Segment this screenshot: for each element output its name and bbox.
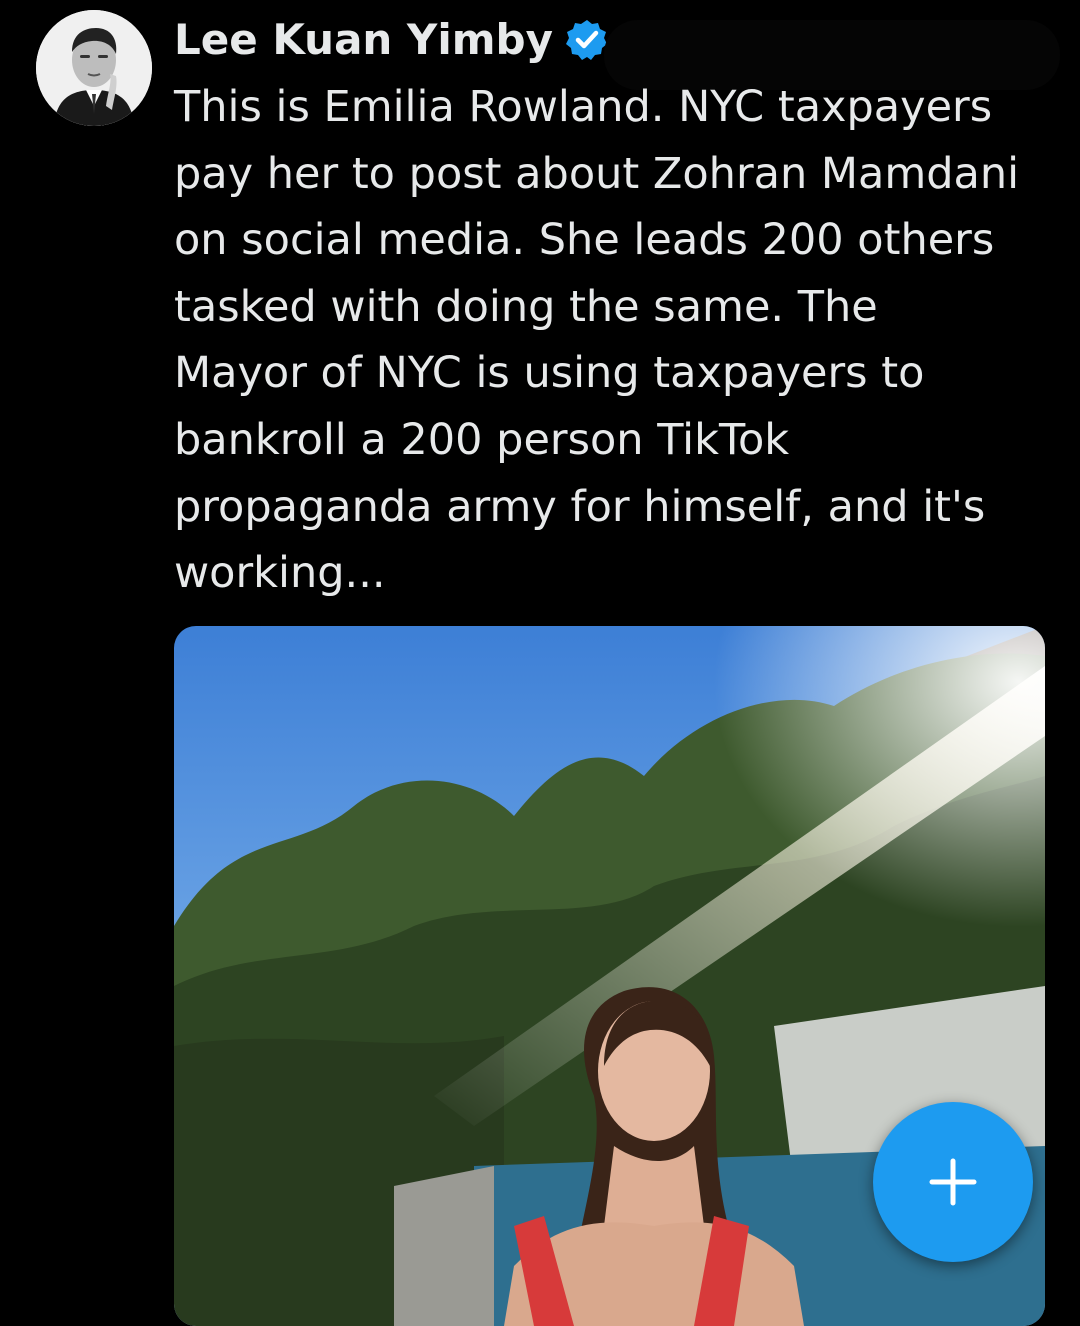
author-display-name[interactable]: Lee Kuan Yimby (174, 12, 553, 68)
tweet-header: Lee Kuan Yimby (174, 12, 609, 68)
verified-badge-icon (565, 18, 609, 62)
author-avatar[interactable] (36, 10, 152, 126)
avatar-portrait (36, 10, 152, 126)
plus-icon (929, 1158, 977, 1206)
tweet-text: This is Emilia Rowland. NYC taxpayers pa… (174, 82, 1020, 599)
compose-post-button[interactable] (873, 1102, 1033, 1262)
